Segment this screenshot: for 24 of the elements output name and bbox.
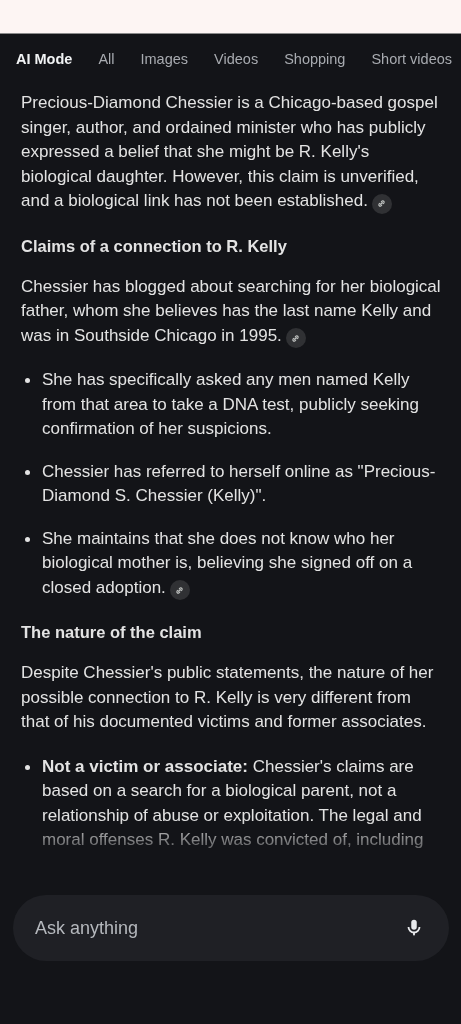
list-item-text: Chessier has referred to herself online as "Precious-Diamond S. Chessier (Kelly)". [42, 460, 437, 507]
section-heading: Claims of a connection to R. Kelly [21, 235, 288, 257]
bullet-icon [25, 469, 30, 475]
tab[interactable]: All [96, 47, 117, 71]
tab[interactable]: Images [138, 47, 191, 71]
paragraph: Precious-Diamond Chessier is a Chicago-based gospel singer, author, and ordained minister who has publicly expressed a belief that she might be R. Kelly's biological daughter. However, this claim is unverified, and a biological link has not been established. [21, 91, 443, 214]
ask-field[interactable]: Ask anything [13, 895, 449, 961]
link-icon[interactable] [371, 193, 392, 214]
section-heading: The nature of the claim [21, 622, 203, 643]
paragraph: Despite Chessier's public statements, the nature of her possible connection to R. Kelly is very different from that of his documented victims and former associates. [21, 662, 435, 733]
paragraph: Chessier has blogged about searching for her biological father, whom she believes has the last name Kelly and was in Southside Chicago in 1995. [21, 274, 443, 348]
link-icon[interactable] [285, 328, 306, 348]
tab[interactable]: AI Mode [14, 47, 75, 71]
tab[interactable]: Short videos [369, 47, 455, 71]
bullet-icon [25, 378, 30, 383]
bullet-icon [25, 536, 30, 542]
bullet-icon [25, 764, 30, 770]
list-item-text: She maintains that she does not know who her biological mother is, believing she signed off on a closed adoption. [42, 526, 443, 600]
list-item-text: Not a victim or associate: Chessier's claims are based on a search for a biological parent, not a relationship of abuse or exploitation. The legal and moral offenses R. Kelly was convicted of, including [42, 755, 425, 851]
ask-input[interactable]: Ask anything [33, 916, 403, 940]
tab[interactable]: Shopping [282, 47, 348, 71]
list-item-text: She has specifically asked any men named Kelly from that area to take a DNA test, publicly seeking confirmation of her suspicions. [42, 369, 421, 440]
link-icon[interactable] [169, 580, 190, 600]
tab[interactable]: Videos [212, 47, 261, 71]
